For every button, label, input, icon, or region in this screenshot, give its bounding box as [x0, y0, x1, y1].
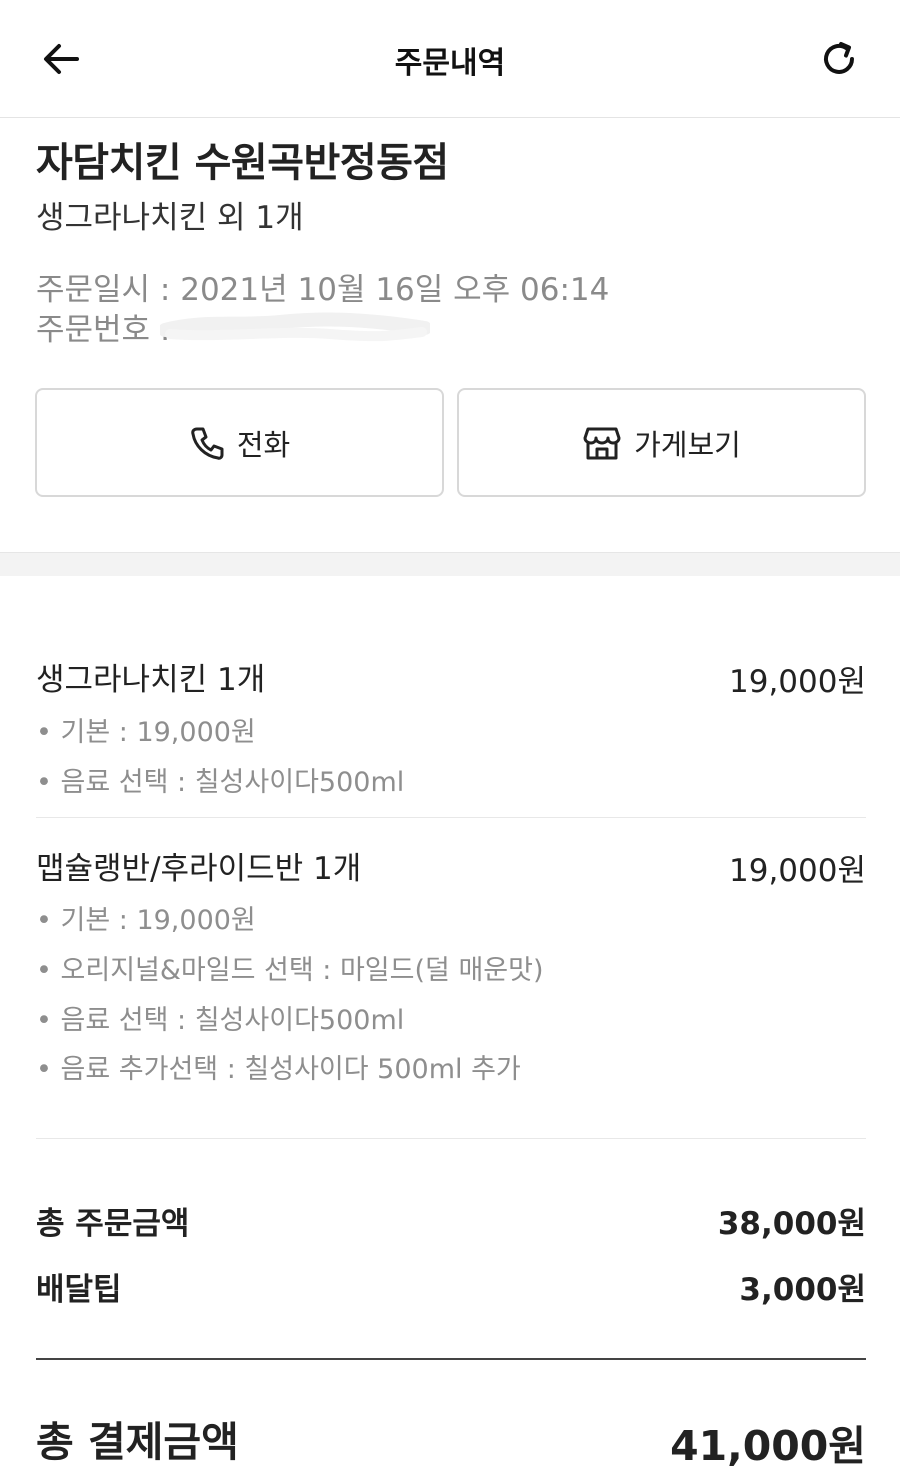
order-date: 주문일시 : 2021년 10월 16일 오후 06:14 — [36, 272, 610, 308]
menu-item-option: • 기본 : 19,000원 — [36, 905, 256, 936]
menu-item-option: • 오리지널&마일드 선택 : 마일드(덜 매운맛) — [36, 955, 544, 986]
delivery-tip-value: 3,000원 — [739, 1272, 866, 1308]
totals-divider — [36, 1138, 866, 1139]
menu-item-option: • 음료 선택 : 칠성사이다500ml — [36, 1005, 405, 1036]
call-button[interactable]: 전화 — [35, 388, 444, 497]
total-divider — [36, 1358, 866, 1360]
menu-item-price: 19,000원 — [729, 853, 866, 889]
order-summary: 생그라나치킨 외 1개 — [36, 200, 304, 236]
page-title: 주문내역 — [394, 46, 506, 81]
item-divider — [36, 817, 866, 818]
payment-total-value: 41,000원 — [670, 1422, 866, 1470]
store-icon — [583, 427, 621, 459]
order-amount-label: 총 주문금액 — [36, 1206, 190, 1242]
top-app-bar: 주문내역 — [0, 0, 900, 118]
order-amount-value: 38,000원 — [717, 1206, 866, 1242]
menu-item-option: • 음료 추가선택 : 칠성사이다 500ml 추가 — [36, 1054, 521, 1085]
view-store-button-label: 가게보기 — [634, 427, 741, 462]
payment-total-label: 총 결제금액 — [36, 1418, 239, 1466]
phone-icon — [191, 427, 224, 460]
menu-item-price: 19,000원 — [729, 664, 866, 700]
redacted-order-number — [160, 312, 430, 342]
store-name: 자담치킨 수원곡반정동점 — [36, 140, 449, 186]
menu-item-name: 생그라나치킨 1개 — [36, 662, 266, 698]
order-number-label: 주문번호 : — [36, 312, 171, 348]
menu-item-name: 맵슐랭반/후라이드반 1개 — [36, 851, 362, 887]
refresh-icon — [824, 42, 854, 74]
view-store-button[interactable]: 가게보기 — [457, 388, 866, 497]
menu-item-option: • 기본 : 19,000원 — [36, 717, 256, 748]
refresh-button[interactable] — [814, 36, 864, 82]
delivery-tip-label: 배달팁 — [36, 1272, 122, 1308]
section-divider — [0, 552, 900, 576]
menu-item-option: • 음료 선택 : 칠성사이다500ml — [36, 767, 405, 798]
call-button-label: 전화 — [236, 427, 291, 462]
